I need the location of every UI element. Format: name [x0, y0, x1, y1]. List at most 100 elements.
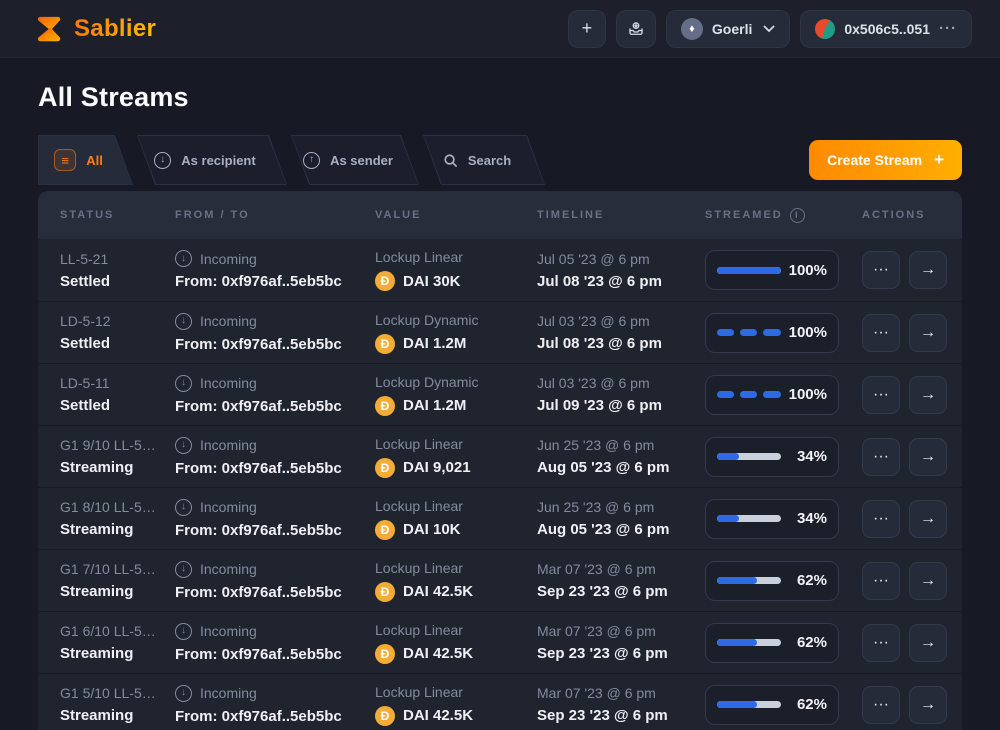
tab-as-recipient[interactable]: ↓ As recipient — [137, 135, 287, 185]
stream-id: LD-5-11 — [60, 375, 175, 391]
brand[interactable]: Sablier — [34, 14, 156, 44]
wallet-avatar — [815, 19, 835, 39]
progress-segments — [717, 329, 781, 336]
row-open-button[interactable]: → — [909, 686, 947, 724]
progress-segments — [717, 391, 781, 398]
tab-as-sender[interactable]: ↑ As sender — [291, 135, 419, 185]
incoming-icon: ↓ — [175, 437, 192, 454]
value-cell: Lockup Linear Đ DAI 42.5K — [375, 684, 537, 726]
start-date: Mar 07 '23 @ 6 pm — [537, 623, 705, 639]
table-row[interactable]: LL-5-21 Settled ↓ Incoming From: 0xf976a… — [38, 239, 962, 301]
dai-token-icon: Đ — [375, 582, 395, 602]
table-row[interactable]: G1 5/10 LL-5… Streaming ↓ Incoming From:… — [38, 673, 962, 730]
table-row[interactable]: G1 6/10 LL-5… Streaming ↓ Incoming From:… — [38, 611, 962, 673]
inbox-button[interactable] — [616, 10, 656, 48]
end-date: Sep 23 '23 @ 6 pm — [537, 707, 705, 724]
stream-id: G1 9/10 LL-5… — [60, 437, 175, 453]
stream-status: Streaming — [60, 645, 175, 662]
row-menu-button[interactable]: ··· — [862, 438, 900, 476]
progress-track — [717, 515, 781, 522]
streamed-cell: 34% — [705, 437, 862, 477]
status-cell: G1 9/10 LL-5… Streaming — [60, 437, 175, 476]
row-menu-button[interactable]: ··· — [862, 376, 900, 414]
table-row[interactable]: LD-5-12 Settled ↓ Incoming From: 0xf976a… — [38, 301, 962, 363]
row-menu-button[interactable]: ··· — [862, 251, 900, 289]
row-open-button[interactable]: → — [909, 624, 947, 662]
incoming-icon: ↓ — [175, 250, 192, 267]
table-row[interactable]: G1 7/10 LL-5… Streaming ↓ Incoming From:… — [38, 549, 962, 611]
actions-cell: ··· → — [862, 500, 947, 538]
from-to-cell: ↓ Incoming From: 0xf976af..5eb5bc — [175, 561, 375, 601]
progress-percent: 62% — [789, 634, 827, 651]
stream-status: Settled — [60, 335, 175, 352]
actions-cell: ··· → — [862, 562, 947, 600]
progress-percent: 34% — [789, 510, 827, 527]
end-date: Aug 05 '23 @ 6 pm — [537, 521, 705, 538]
progress-fill — [717, 453, 739, 460]
row-open-button[interactable]: → — [909, 314, 947, 352]
row-open-button[interactable]: → — [909, 562, 947, 600]
token-amount: DAI 42.5K — [403, 583, 473, 600]
stream-id: G1 5/10 LL-5… — [60, 685, 175, 701]
direction-label: Incoming — [200, 437, 257, 453]
direction-label: Incoming — [200, 561, 257, 577]
row-open-button[interactable]: → — [909, 251, 947, 289]
status-cell: LL-5-21 Settled — [60, 251, 175, 290]
status-cell: LD-5-11 Settled — [60, 375, 175, 414]
table-header: Status From / To Value Timeline Streamed… — [38, 191, 962, 239]
direction-label: Incoming — [200, 313, 257, 329]
progress-percent: 100% — [789, 386, 827, 403]
create-stream-button[interactable]: Create Stream + — [809, 140, 962, 180]
tabs-row: ≡ All ↓ As recipient ↑ As sender — [38, 135, 962, 185]
row-menu-button[interactable]: ··· — [862, 686, 900, 724]
tab-all[interactable]: ≡ All — [38, 135, 133, 185]
network-selector[interactable]: ♦ Goerli — [666, 10, 790, 48]
stream-status: Settled — [60, 273, 175, 290]
wallet-button[interactable]: 0x506c5..051 ··· — [800, 10, 972, 48]
direction-label: Incoming — [200, 499, 257, 515]
header-actions: Actions — [862, 209, 942, 221]
dai-token-icon: Đ — [375, 271, 395, 291]
new-stream-button[interactable]: + — [568, 10, 606, 48]
end-date: Jul 08 '23 @ 6 pm — [537, 335, 705, 352]
row-open-button[interactable]: → — [909, 438, 947, 476]
stream-id: G1 6/10 LL-5… — [60, 623, 175, 639]
start-date: Jul 03 '23 @ 6 pm — [537, 375, 705, 391]
arrow-up-circle-icon: ↑ — [303, 152, 320, 169]
start-date: Mar 07 '23 @ 6 pm — [537, 685, 705, 701]
table-row[interactable]: G1 8/10 LL-5… Streaming ↓ Incoming From:… — [38, 487, 962, 549]
stream-shape: Lockup Linear — [375, 560, 537, 576]
progress-percent: 62% — [789, 572, 827, 589]
row-menu-button[interactable]: ··· — [862, 500, 900, 538]
info-icon[interactable]: i — [790, 208, 805, 223]
row-menu-button[interactable]: ··· — [862, 562, 900, 600]
row-menu-button[interactable]: ··· — [862, 314, 900, 352]
end-date: Aug 05 '23 @ 6 pm — [537, 459, 705, 476]
direction-label: Incoming — [200, 685, 257, 701]
timeline-cell: Jun 25 '23 @ 6 pm Aug 05 '23 @ 6 pm — [537, 499, 705, 538]
row-open-button[interactable]: → — [909, 376, 947, 414]
sablier-logo-icon — [34, 14, 64, 44]
start-date: Jun 25 '23 @ 6 pm — [537, 437, 705, 453]
row-open-button[interactable]: → — [909, 500, 947, 538]
chevron-down-icon — [763, 25, 775, 33]
table-row[interactable]: LD-5-11 Settled ↓ Incoming From: 0xf976a… — [38, 363, 962, 425]
dai-token-icon: Đ — [375, 520, 395, 540]
token-amount: DAI 42.5K — [403, 707, 473, 724]
row-menu-button[interactable]: ··· — [862, 624, 900, 662]
stream-shape: Lockup Linear — [375, 622, 537, 638]
value-cell: Lockup Linear Đ DAI 42.5K — [375, 622, 537, 664]
status-cell: G1 5/10 LL-5… Streaming — [60, 685, 175, 724]
stream-status: Streaming — [60, 521, 175, 538]
stream-id: LD-5-12 — [60, 313, 175, 329]
tab-search[interactable]: Search — [423, 135, 545, 185]
token-amount: DAI 9,021 — [403, 459, 471, 476]
stream-id: G1 7/10 LL-5… — [60, 561, 175, 577]
create-stream-label: Create Stream — [827, 152, 922, 168]
stream-status: Streaming — [60, 707, 175, 724]
status-cell: G1 8/10 LL-5… Streaming — [60, 499, 175, 538]
table-row[interactable]: G1 9/10 LL-5… Streaming ↓ Incoming From:… — [38, 425, 962, 487]
start-date: Jul 03 '23 @ 6 pm — [537, 313, 705, 329]
stream-id: LL-5-21 — [60, 251, 175, 267]
value-cell: Lockup Dynamic Đ DAI 1.2M — [375, 312, 537, 354]
